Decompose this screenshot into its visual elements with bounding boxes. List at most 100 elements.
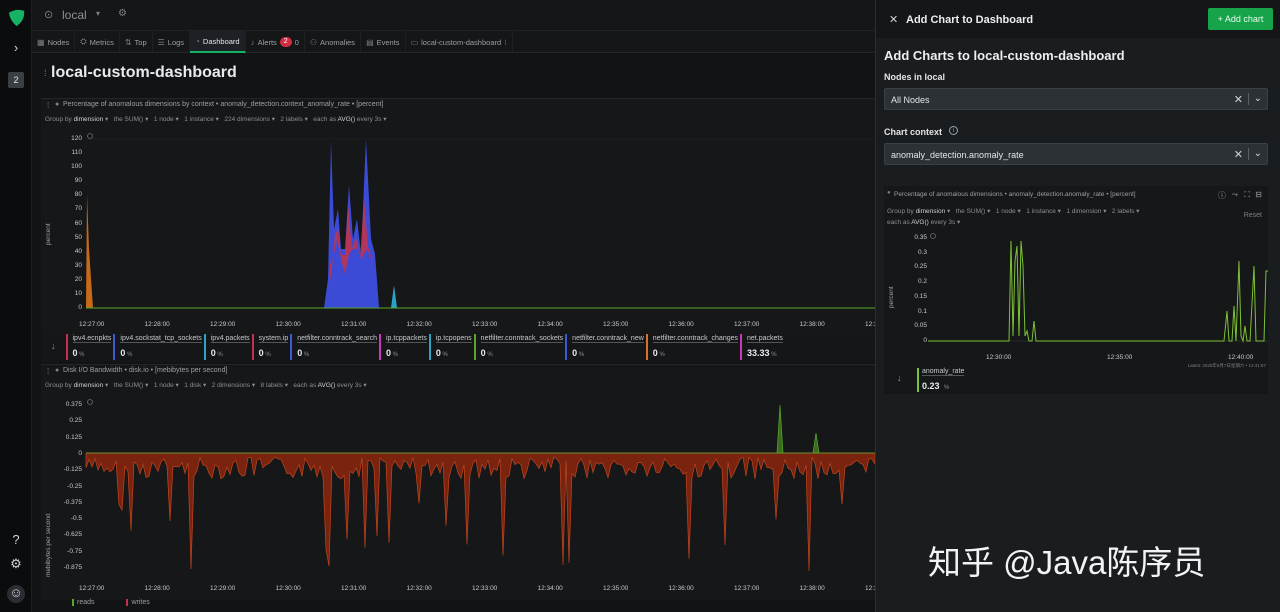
tab-nodes[interactable]: ▦ Nodes <box>32 31 76 53</box>
chart1-info-icon[interactable] <box>87 133 93 139</box>
expand-sidebar-icon[interactable]: › <box>8 40 24 56</box>
legend-sort-icon[interactable]: ↓ <box>51 341 56 362</box>
left-rail: › 2 ? ⚙ ☺ <box>0 0 32 612</box>
panel-title: Add Chart to Dashboard <box>906 14 1034 26</box>
user-avatar-icon[interactable]: ☺ <box>7 585 25 603</box>
close-icon[interactable]: ✕ <box>889 13 898 26</box>
legend1-items: ipv4.ecnpkts 0 % ipv4.sockstat_tcp_sockets… <box>65 334 785 362</box>
context-label: Chart context <box>884 127 943 137</box>
space-badge[interactable]: 2 <box>8 72 24 88</box>
bell-icon: ♪ <box>250 37 255 47</box>
legend-item[interactable]: system.ip 0 % <box>251 334 289 360</box>
chart1-plot[interactable] <box>41 99 875 335</box>
legend-unit: % <box>440 352 448 358</box>
tab-metrics[interactable]: ⛭ Metrics <box>75 31 120 53</box>
legend-unit: % <box>769 352 777 358</box>
legend-writes[interactable]: writes <box>126 599 150 606</box>
tab-logs[interactable]: ☰ Logs <box>153 31 191 53</box>
nodes-select[interactable]: All Nodes ✕ ⌄ <box>884 88 1268 110</box>
legend-reads[interactable]: reads <box>72 599 95 606</box>
legend-unit: % <box>485 352 493 358</box>
legend-name: netfilter.conntrack_search <box>297 335 377 343</box>
tab-top[interactable]: ⇅ Top <box>120 31 153 53</box>
tab-close-icon[interactable]: ⁝ <box>504 38 507 47</box>
anomaly-context-chart[interactable]: ⁞ ● Percentage of anomalous dimensions b… <box>41 98 878 335</box>
legend-unit: % <box>125 352 133 358</box>
legend-unit: % <box>215 352 223 358</box>
add-chart-panel: ✕ Add Chart to Dashboard + Add chart Add… <box>875 0 1280 612</box>
tab-alerts[interactable]: ♪ Alerts 2 0 <box>246 31 305 53</box>
chart-preview[interactable]: ● Percentage of anomalous dimensions • a… <box>884 186 1268 394</box>
panel-heading: Add Charts to local-custom-dashboard <box>884 48 1125 63</box>
legend-unit: % <box>77 352 85 358</box>
legend-name: netfilter.conntrack_new <box>572 335 644 343</box>
add-chart-button[interactable]: + Add chart <box>1208 8 1273 30</box>
legend-name: ipv4.ecnpkts <box>72 335 112 343</box>
latest-timestamp: Latest: 2025年8月7日星期六 • 12:41:57 <box>1187 363 1266 368</box>
legend-name: ipv4.packets <box>210 335 250 343</box>
drag-handle-icon[interactable]: ⁞ <box>44 68 47 78</box>
legend-unit: % <box>657 352 665 358</box>
tab-events[interactable]: ▤ Events <box>361 31 406 53</box>
legend-item[interactable]: ipv4.sockstat_tcp_sockets 0 % <box>113 334 202 360</box>
tab-anomalies[interactable]: ⚇ Anomalies <box>305 31 362 53</box>
tab-label: local-custom-dashboard <box>421 37 502 47</box>
nodes-select-value: All Nodes <box>891 95 930 105</box>
nodes-label: Nodes in local <box>884 72 946 82</box>
legend-item[interactable]: ipv4.ecnpkts 0 % <box>65 334 112 360</box>
preview-info-icon[interactable] <box>930 233 936 239</box>
preview-legend-item[interactable]: anomaly_rate 0.23 % <box>917 368 965 392</box>
legend-name: netfilter.conntrack_changes <box>652 335 739 343</box>
legend-item[interactable]: netfilter.conntrack_search 0 % <box>290 334 377 360</box>
clear-icon[interactable]: ✕ <box>1234 93 1243 106</box>
legend-item[interactable]: netfilter.conntrack_sockets 0 % <box>473 334 564 360</box>
dashboard-title: local-custom-dashboard <box>51 64 237 81</box>
legend-item[interactable]: netfilter.conntrack_new 0 % <box>565 334 644 360</box>
space-dropdown-chevron-icon[interactable]: ▾ <box>96 9 100 18</box>
chart1-early-spike <box>86 194 93 308</box>
chart1-small-spike <box>391 285 397 308</box>
legend-item[interactable]: ip.tcppackets 0 % <box>379 334 427 360</box>
disk-io-chart[interactable]: ⁞ ● Disk I/O Bandwidth • disk.io • [mebi… <box>41 364 878 601</box>
events-icon: ▤ <box>366 37 374 47</box>
legend-name: netfilter.conntrack_sockets <box>480 335 564 343</box>
top-bar: ⊙ local ▾ ⚙ <box>32 0 875 31</box>
help-icon[interactable]: ? <box>8 532 24 548</box>
legend-item[interactable]: ip.tcpopens 0 % <box>428 334 472 360</box>
netdata-logo-icon[interactable] <box>7 9 26 28</box>
chart1-legend: ↓ ipv4.ecnpkts 0 % ipv4.sockstat_tcp_socke… <box>41 334 875 362</box>
tab-label: Logs <box>167 37 185 47</box>
legend-item[interactable]: net.packets 33.33 % <box>740 334 783 360</box>
clear-icon[interactable]: ✕ <box>1234 148 1243 161</box>
chevron-down-icon[interactable]: ⌄ <box>1254 148 1262 159</box>
context-select[interactable]: anomaly_detection.anomaly_rate ✕ ⌄ <box>884 143 1268 165</box>
info-icon[interactable]: i <box>949 126 958 135</box>
settings-gear-icon[interactable]: ⚙ <box>8 556 24 572</box>
tab-label: Anomalies <box>320 37 356 47</box>
chevron-down-icon[interactable]: ⌄ <box>1254 93 1262 104</box>
legend-value: 33.33 <box>747 348 770 358</box>
space-icon: ⊙ <box>44 9 54 21</box>
tab-dashboard[interactable]: ◔ Dashboard <box>190 31 246 53</box>
watermark: 知乎 @Java陈序员 <box>928 544 1206 581</box>
alerts-warning-count: 0 <box>294 37 299 47</box>
space-name[interactable]: local <box>62 8 87 22</box>
alerts-critical-badge: 2 <box>279 37 292 47</box>
chart2-plot[interactable] <box>41 365 875 601</box>
legend-item[interactable]: ipv4.packets 0 % <box>203 334 250 360</box>
dashboard-area: ⁞ local-custom-dashboard ⁞ ● Percentage … <box>32 54 878 612</box>
legend-item[interactable]: netfilter.conntrack_changes 0 % <box>645 334 739 360</box>
context-select-value: anomaly_detection.anomaly_rate <box>891 150 1024 160</box>
tab-label: Alerts <box>257 37 277 47</box>
legend-sort-icon[interactable]: ↓ <box>897 373 902 383</box>
metrics-icon: ⛭ <box>80 37 87 46</box>
space-settings-icon[interactable]: ⚙ <box>118 8 127 19</box>
legend-name: system.ip <box>258 335 289 343</box>
legend-name: anomaly_rate <box>922 368 965 376</box>
chart2-info-icon[interactable] <box>87 399 93 405</box>
tab-local-custom-dashboard[interactable]: ▭ local-custom-dashboard ⁝ <box>406 31 513 53</box>
dashboard-tab-icon: ▭ <box>410 37 419 47</box>
app-root: › 2 ? ⚙ ☺ ⊙ local ▾ ⚙ ▦ Nodes ⛭ Metrics ⇅ T… <box>0 0 1280 612</box>
tab-label: Events <box>376 37 400 47</box>
chart2-legend: reads writes <box>72 599 150 606</box>
